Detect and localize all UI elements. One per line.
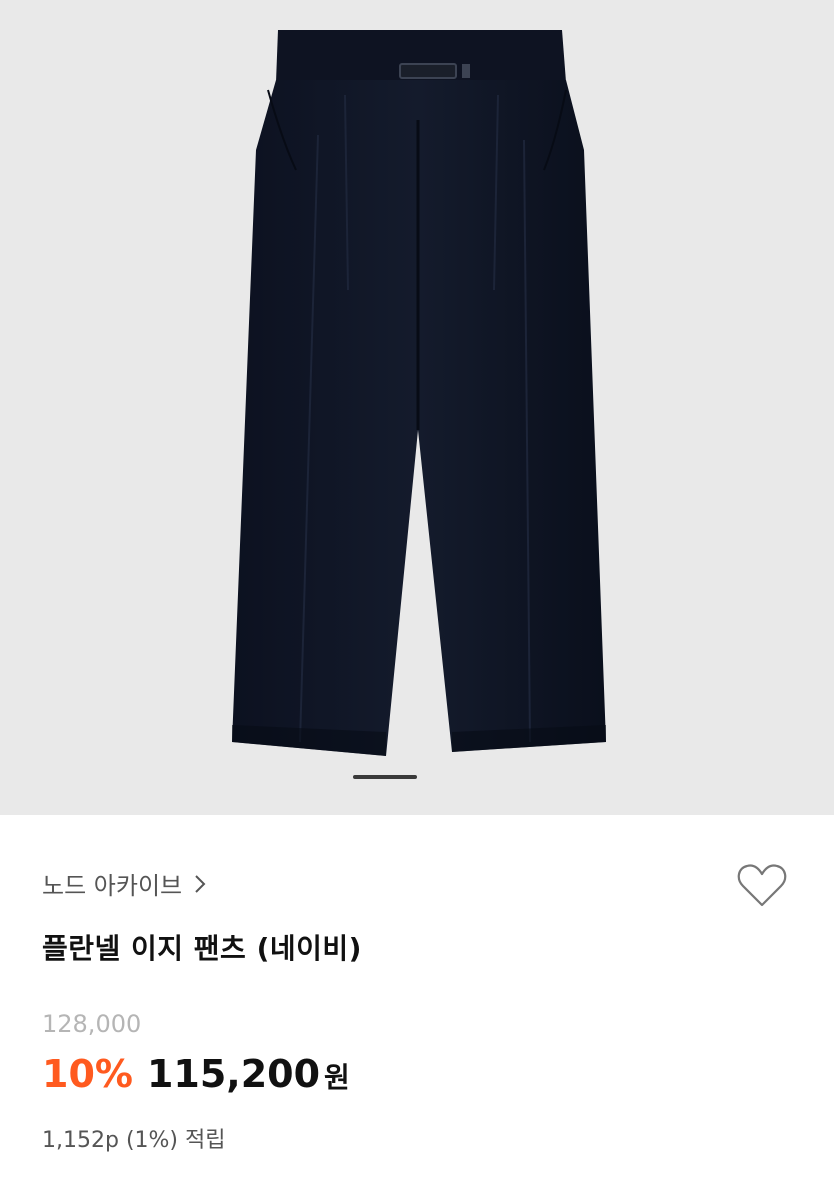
discount-rate: 10% <box>42 1052 133 1096</box>
original-price: 128,000 <box>42 1010 142 1038</box>
product-detail-page: 노드 아카이브 플란넬 이지 팬츠 (네이비) 128,000 10% 115,… <box>0 0 834 1200</box>
currency-unit: 원 <box>324 1061 350 1094</box>
price-row: 10% 115,200 원 <box>42 1052 350 1096</box>
chevron-right-icon <box>194 874 206 894</box>
brand-link[interactable]: 노드 아카이브 <box>42 866 206 901</box>
product-image-gallery[interactable] <box>0 0 834 815</box>
sale-price: 115,200 <box>146 1052 321 1096</box>
reward-points: 1,152p (1%) 적립 <box>42 1128 226 1153</box>
heart-outline-icon <box>737 864 787 907</box>
brand-name: 노드 아카이브 <box>42 872 183 900</box>
slide-indicator <box>353 775 417 779</box>
product-image <box>232 30 606 756</box>
slide-indicator-active <box>353 775 417 779</box>
wishlist-button[interactable] <box>735 858 789 912</box>
product-name: 플란넬 이지 팬츠 (네이비) <box>42 932 362 965</box>
